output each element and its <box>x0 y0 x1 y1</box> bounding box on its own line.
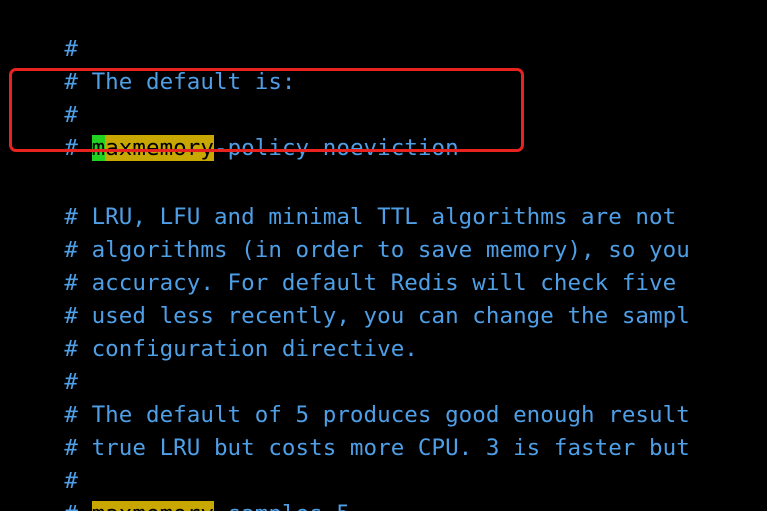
config-line: # <box>10 333 78 395</box>
config-line: # The default is: <box>10 33 296 95</box>
comment-text: # true LRU but costs more CPU. 3 is fast… <box>64 435 690 461</box>
comment-text: # configuration directive. <box>64 336 418 362</box>
config-line: # true LRU but costs more CPU. 3 is fast… <box>10 399 690 461</box>
config-line: # accuracy. For default Redis will check… <box>10 234 676 296</box>
annotation-box <box>9 68 524 152</box>
terminal-editor[interactable]: # # The default is: # # maxmemory-policy… <box>0 0 767 511</box>
search-match: maxmemory <box>91 501 214 511</box>
comment-suffix: -samples 5 <box>214 501 350 511</box>
config-line-maxmemory-samples: # maxmemory-samples 5 <box>10 465 350 511</box>
config-line: # The default of 5 produces good enough … <box>10 366 690 428</box>
config-line: # LRU, LFU and minimal TTL algorithms ar… <box>10 168 676 230</box>
config-line: # <box>10 432 78 494</box>
config-line: # <box>10 0 78 62</box>
config-line: # configuration directive. <box>10 300 418 362</box>
comment-prefix: # <box>64 501 91 511</box>
config-line: # used less recently, you can change the… <box>10 267 690 329</box>
config-line: # algorithms (in order to save memory), … <box>10 201 690 263</box>
